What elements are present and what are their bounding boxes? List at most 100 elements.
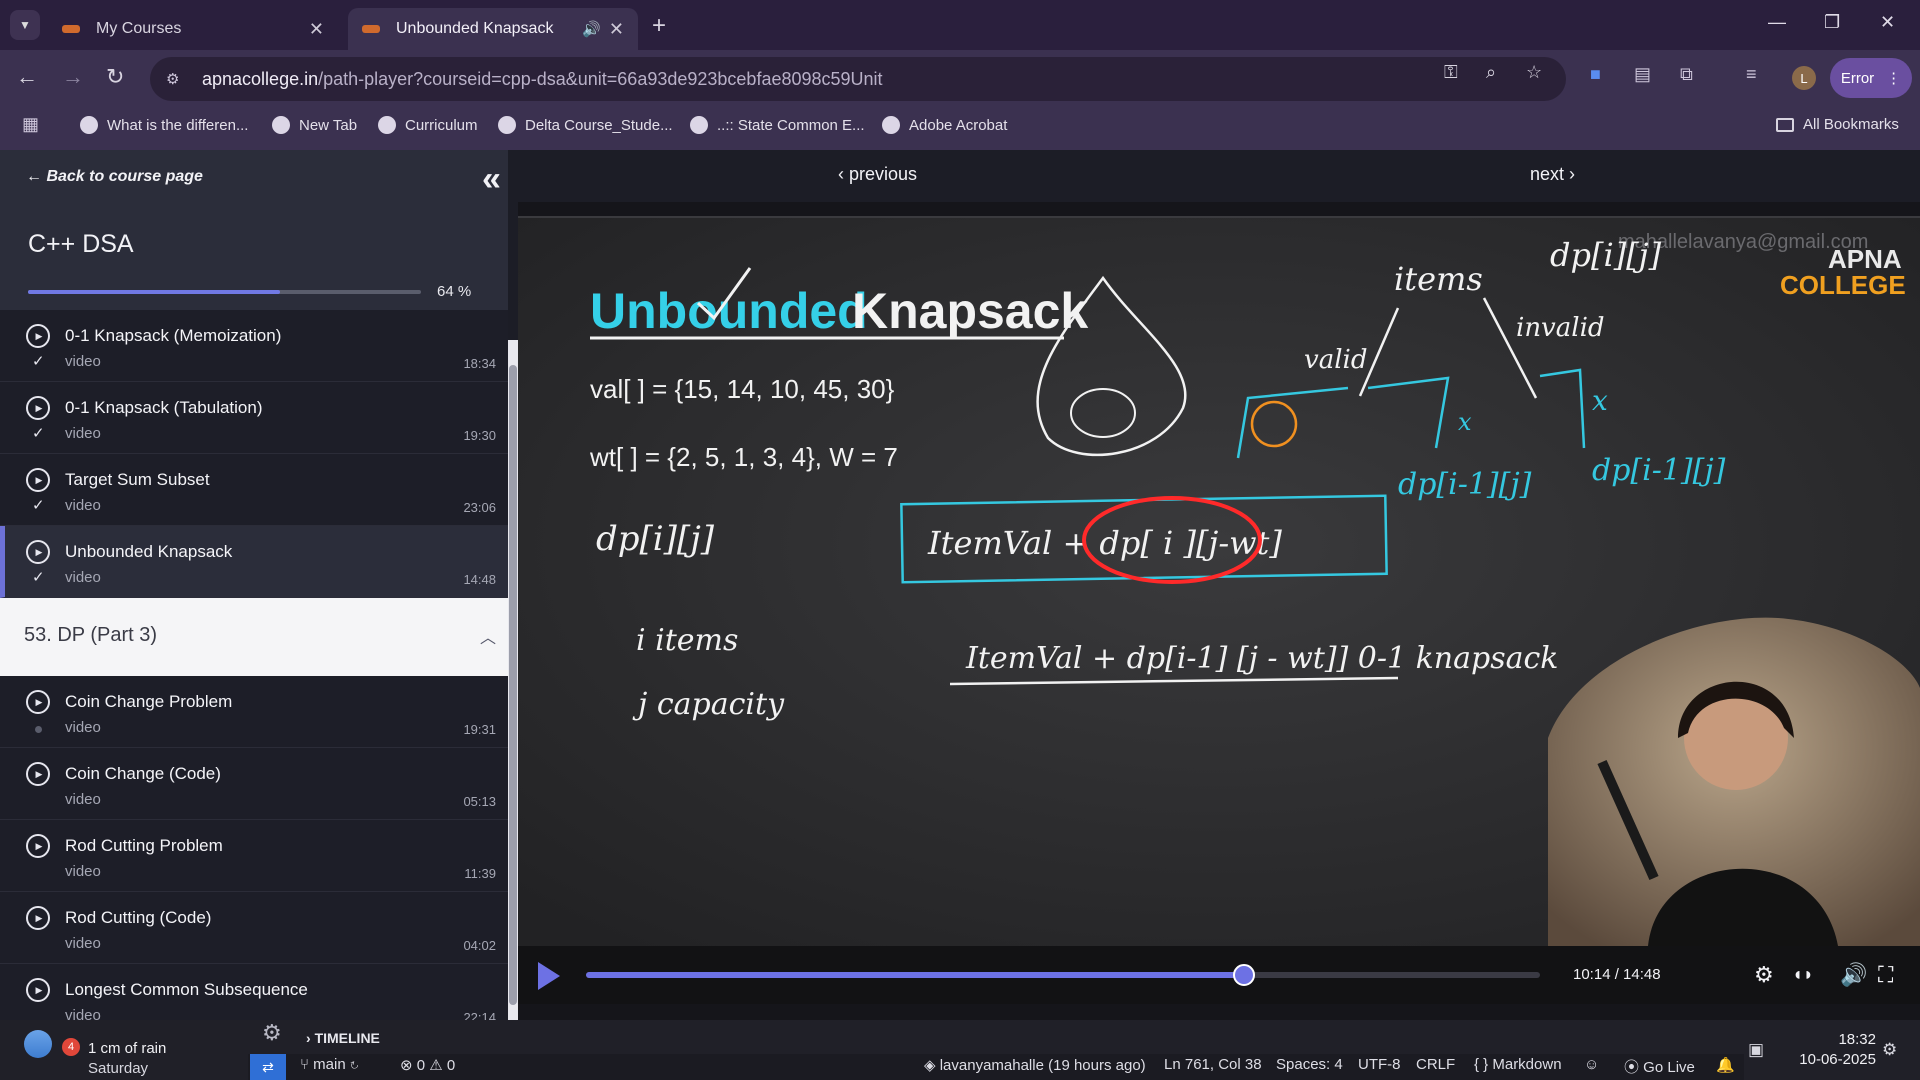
notification-center-icon[interactable]: ⚙: [1882, 1040, 1897, 1060]
speaker-icon[interactable]: 🔊: [582, 20, 601, 38]
media-control-icon[interactable]: ≡: [1746, 64, 1757, 85]
git-blame[interactable]: ◈ lavanyamahalle (19 hours ago): [924, 1056, 1146, 1074]
play-icon[interactable]: [538, 962, 560, 990]
profile-avatar[interactable]: L: [1792, 66, 1816, 90]
lesson-duration: 19:30: [463, 428, 496, 443]
lesson-item[interactable]: ▶ Target Sum Subset ✓ video 23:06: [0, 454, 508, 526]
hw-dp-i1j-b: dp[i-1][j]: [1592, 453, 1726, 488]
go-live-button[interactable]: ⦿ Go Live: [1624, 1056, 1695, 1077]
chevron-up-icon[interactable]: ︿: [480, 624, 496, 648]
site-info-icon[interactable]: ⚙: [166, 70, 188, 88]
indentation[interactable]: Spaces: 4: [1276, 1056, 1343, 1073]
error-button[interactable]: Error ⋮: [1830, 58, 1912, 98]
bookmark-item[interactable]: Adobe Acrobat: [882, 116, 1007, 134]
more-menu-icon[interactable]: ⋮: [1886, 69, 1901, 87]
seek-handle[interactable]: [1233, 964, 1256, 986]
section-header[interactable]: 53. DP (Part 3) ︿: [0, 598, 508, 676]
next-label: next: [1530, 164, 1565, 184]
lesson-item[interactable]: ▶ Longest Common Subsequence video 22:14: [0, 964, 508, 1020]
speed-toggle-icon[interactable]: ◖◗: [1792, 964, 1814, 985]
video-player[interactable]: mahallelavanya@gmail.com APNA COLLEGE Un…: [518, 216, 1920, 1004]
lesson-duration: 04:02: [463, 938, 496, 953]
lesson-name: 0-1 Knapsack (Tabulation): [65, 398, 263, 417]
lesson-kind: video: [65, 791, 101, 808]
all-bookmarks-button[interactable]: All Bookmarks: [1776, 116, 1899, 133]
settings-gear-icon[interactable]: ⚙: [1754, 962, 1774, 988]
bookmark-item[interactable]: Delta Course_Stude...: [498, 116, 673, 134]
extension-icon[interactable]: ■: [1590, 64, 1601, 85]
extension-icon[interactable]: ▤: [1634, 64, 1651, 85]
new-tab-button[interactable]: +: [652, 12, 666, 40]
extensions-puzzle-icon[interactable]: ⧉: [1680, 64, 1693, 85]
line-endings[interactable]: CRLF: [1416, 1056, 1455, 1073]
lesson-nav: ‹ previous next ›: [518, 150, 1920, 202]
lesson-item-active[interactable]: ▶ Unbounded Knapsack ✓ video 14:48: [0, 526, 508, 598]
lesson-item[interactable]: ▶ Coin Change Problem video 19:31: [0, 676, 508, 748]
hw-items: items: [1394, 260, 1483, 298]
lesson-kind: video: [65, 425, 101, 442]
bookmark-item[interactable]: ..:: State Common E...: [690, 116, 865, 134]
language-mode[interactable]: { } Markdown: [1474, 1056, 1562, 1073]
lesson-item[interactable]: ▶ 0-1 Knapsack (Tabulation) ✓ video 19:3…: [0, 382, 508, 454]
bookmark-label: What is the differen...: [107, 116, 249, 134]
forward-arrow-icon[interactable]: →: [62, 64, 84, 90]
tray-app-icon[interactable]: ▣: [1748, 1040, 1764, 1060]
fullscreen-icon[interactable]: ⛶: [1878, 962, 1893, 988]
bookmark-star-icon[interactable]: ☆: [1526, 62, 1542, 83]
lesson-duration: 23:06: [463, 500, 496, 515]
system-clock[interactable]: 18:32 10-06-2025: [1786, 1030, 1876, 1070]
lesson-item[interactable]: ▶ Rod Cutting Problem video 11:39: [0, 820, 508, 892]
copilot-icon[interactable]: ☺: [1584, 1056, 1599, 1073]
problems-indicator[interactable]: ⊗ 0 ⚠ 0: [400, 1056, 455, 1074]
lesson-name: Unbounded Knapsack: [65, 542, 233, 561]
seek-bar[interactable]: [586, 964, 1540, 986]
weather-day: Saturday: [88, 1060, 149, 1077]
bookmark-item[interactable]: Curriculum: [378, 116, 478, 134]
play-circle-icon: ▶: [26, 324, 50, 348]
encoding[interactable]: UTF-8: [1358, 1056, 1401, 1073]
lesson-item[interactable]: ▶ Rod Cutting (Code) video 04:02: [0, 892, 508, 964]
bookmark-item[interactable]: What is the differen...: [80, 116, 248, 134]
remote-connection-icon[interactable]: ⇄: [250, 1054, 286, 1080]
address-bar[interactable]: ⚙ apnacollege.in/path-player?courseid=cp…: [150, 57, 1566, 101]
git-branch[interactable]: ⑂ main ↻: [300, 1056, 359, 1073]
close-window-icon[interactable]: ✕: [1880, 12, 1895, 33]
tab-unbounded-knapsack[interactable]: Unbounded Knapsack 🔊 ✕: [348, 8, 638, 50]
bookmark-item[interactable]: New Tab: [272, 116, 357, 134]
previous-button[interactable]: ‹ previous: [838, 164, 917, 185]
cursor-position[interactable]: Ln 761, Col 38: [1164, 1056, 1262, 1073]
volume-icon[interactable]: 🔊: [1840, 962, 1867, 988]
seek-progress: [586, 972, 1245, 978]
lesson-name: Coin Change Problem: [65, 692, 233, 711]
lesson-duration: 22:14: [463, 1010, 496, 1020]
apps-grid-icon[interactable]: ▦: [22, 114, 39, 135]
lesson-item[interactable]: ▶ Coin Change (Code) video 05:13: [0, 748, 508, 820]
password-key-icon[interactable]: ⚿: [1444, 62, 1458, 83]
weather-widget[interactable]: 4 1 cm of rain Saturday: [24, 1030, 166, 1077]
restore-icon[interactable]: ❐: [1824, 12, 1840, 33]
back-arrow-icon[interactable]: ←: [16, 64, 38, 90]
player-area: ‹ previous next › mahallelavanya@gmail.c…: [518, 150, 1920, 1020]
close-tab-icon[interactable]: ✕: [309, 19, 324, 40]
tab-search-button[interactable]: ▼: [10, 10, 40, 40]
tab-my-courses[interactable]: My Courses ✕: [48, 8, 338, 50]
globe-icon: [882, 116, 900, 134]
rain-cloud-icon: [24, 1030, 52, 1058]
sidebar-scroll-thumb[interactable]: [509, 365, 517, 1005]
error-label: Error: [1840, 69, 1875, 87]
bookmark-label: New Tab: [299, 116, 358, 134]
minimize-icon[interactable]: —: [1768, 12, 1786, 33]
close-tab-icon[interactable]: ✕: [609, 19, 624, 40]
check-icon: ✓: [32, 497, 45, 514]
notifications-bell-icon[interactable]: 🔔: [1716, 1056, 1735, 1074]
timeline-panel[interactable]: › TIMELINE: [306, 1030, 380, 1046]
next-button[interactable]: next ›: [1530, 164, 1575, 185]
back-to-course-link[interactable]: ← Back to course page: [26, 168, 203, 186]
zoom-icon[interactable]: ⌕: [1486, 62, 1496, 83]
lesson-item[interactable]: ▶ 0-1 Knapsack (Memoization) ✓ video 18:…: [0, 310, 508, 382]
play-circle-icon: ▶: [26, 978, 50, 1002]
reload-icon[interactable]: ↻: [106, 64, 124, 90]
collapse-sidebar-icon[interactable]: «: [482, 160, 501, 199]
tab-title: My Courses: [96, 20, 182, 37]
gear-icon[interactable]: ⚙: [262, 1020, 282, 1046]
